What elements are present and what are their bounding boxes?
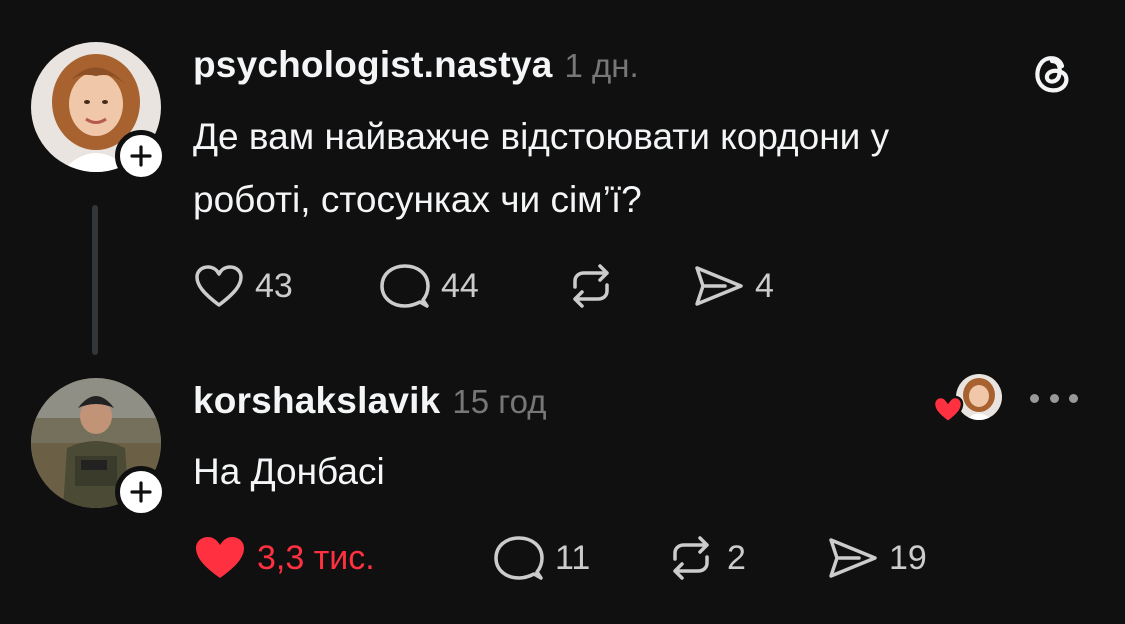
liked-by-author xyxy=(932,374,1004,426)
thread-reply: korshakslavik 15 год На Донбасі 3,3 тис.… xyxy=(0,360,1125,624)
timestamp: 15 год xyxy=(452,383,547,420)
reply-count: 11 xyxy=(555,538,591,577)
speech-bubble-icon xyxy=(380,264,430,308)
post-text: На Донбасі xyxy=(193,440,1093,503)
post-text-line: Де вам найважче відстоювати кордони у xyxy=(193,116,890,157)
share-count: 19 xyxy=(889,538,927,577)
more-options-button[interactable] xyxy=(1030,384,1078,412)
repost-icon xyxy=(673,536,709,580)
send-icon xyxy=(829,538,877,578)
like-button[interactable]: 3,3 тис. xyxy=(193,534,493,582)
post-actions: 3,3 тис. 11 2 19 xyxy=(193,534,927,582)
heart-icon xyxy=(932,395,964,424)
post-header: psychologist.nastya 1 дн. xyxy=(193,44,639,86)
reply-button[interactable]: 11 xyxy=(493,534,665,582)
thread-line xyxy=(92,205,98,355)
timestamp: 1 дн. xyxy=(564,47,639,84)
send-icon xyxy=(695,266,743,306)
username[interactable]: psychologist.nastya xyxy=(193,44,553,86)
more-dots-icon xyxy=(1069,393,1078,403)
post-text-line: роботі, стосунках чи сім’ї? xyxy=(193,179,642,220)
post-text: Де вам найважче відстоювати кордони у ро… xyxy=(193,105,1093,231)
heart-icon xyxy=(196,537,244,578)
post-actions: 43 44 4 xyxy=(193,262,774,310)
like-button[interactable]: 43 xyxy=(193,262,379,310)
follow-button[interactable] xyxy=(115,130,167,182)
reply-button[interactable]: 44 xyxy=(379,262,565,310)
more-dots-icon xyxy=(1030,393,1039,403)
more-dots-icon xyxy=(1049,393,1059,403)
repost-button[interactable] xyxy=(565,262,691,310)
thread-post: psychologist.nastya 1 дн. Де вам найважч… xyxy=(0,0,1125,360)
share-button[interactable]: 4 xyxy=(691,262,774,310)
post-header: korshakslavik 15 год xyxy=(193,380,546,422)
repost-count: 2 xyxy=(727,538,746,577)
threads-logo-icon xyxy=(1035,56,1069,93)
plus-icon xyxy=(130,145,152,167)
like-count: 43 xyxy=(255,266,293,305)
share-count: 4 xyxy=(755,266,774,305)
like-count: 3,3 тис. xyxy=(257,538,375,577)
speech-bubble-icon xyxy=(494,536,544,580)
follow-button[interactable] xyxy=(115,466,167,518)
repost-button[interactable]: 2 xyxy=(665,534,825,582)
repost-icon xyxy=(573,264,609,308)
reply-count: 44 xyxy=(441,266,479,305)
username[interactable]: korshakslavik xyxy=(193,380,440,422)
heart-icon xyxy=(195,265,243,307)
plus-icon xyxy=(130,481,152,503)
post-text-line: На Донбасі xyxy=(193,451,385,492)
share-button[interactable]: 19 xyxy=(825,534,927,582)
